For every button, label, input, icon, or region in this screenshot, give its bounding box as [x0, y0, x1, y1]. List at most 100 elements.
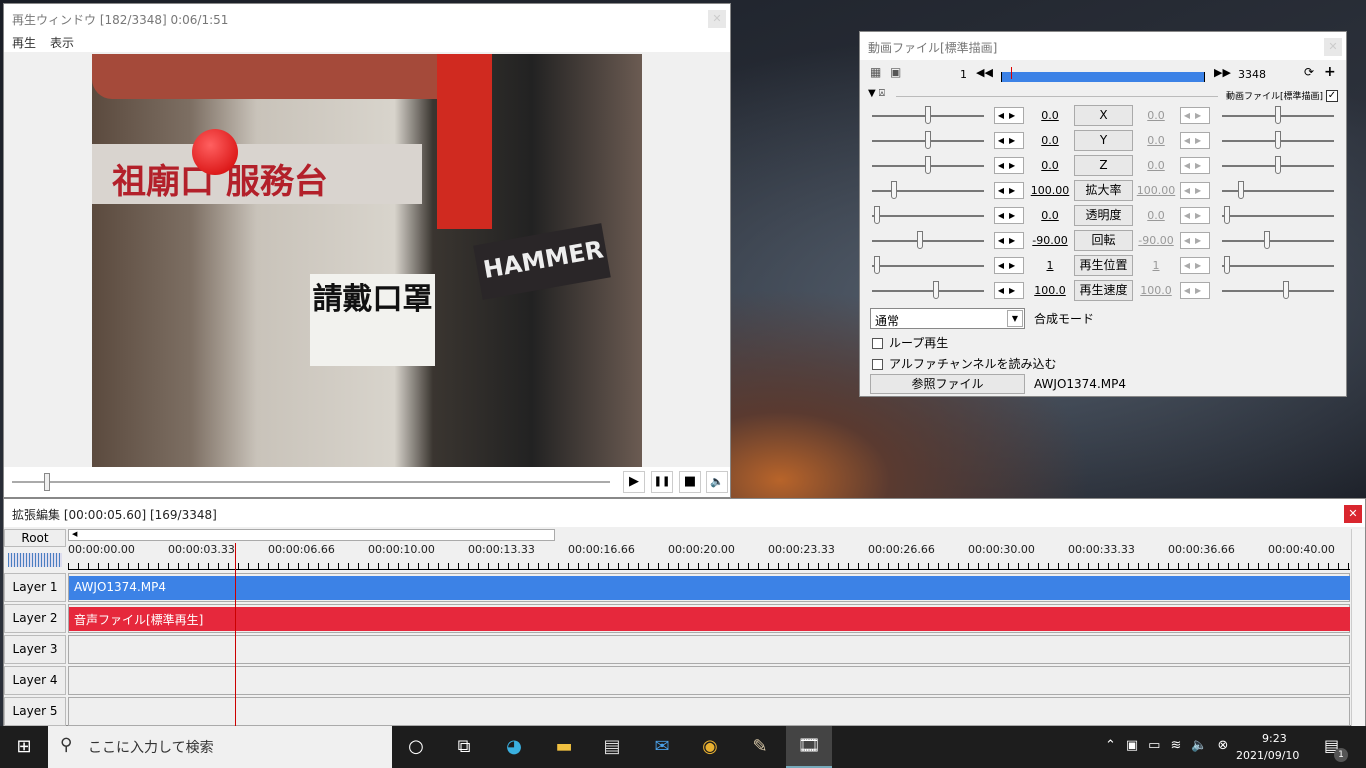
param-value-right[interactable]: 0.0	[1133, 134, 1179, 147]
clock-time[interactable]: 9:23	[1262, 732, 1287, 745]
layer-label[interactable]: Layer 2	[4, 604, 66, 633]
param-value-left[interactable]: 0.0	[1027, 159, 1073, 172]
param-stepper-left[interactable]: ◀▶	[994, 232, 1024, 249]
param-slider-right[interactable]	[1222, 215, 1334, 217]
param-stepper-right[interactable]: ◀▶	[1180, 182, 1210, 199]
param-slider-left[interactable]	[872, 265, 984, 267]
loop-checkbox[interactable]: ループ再生	[872, 334, 948, 351]
time-ruler[interactable]: 00:00:00.00 00:00:03.33 00:00:06.66 00:00:1…	[68, 543, 1350, 570]
param-name-button[interactable]: 透明度	[1074, 205, 1133, 226]
mail-icon[interactable]: ✉	[648, 734, 676, 760]
properties-title-bar[interactable]: 動画ファイル[標準描画] ✕	[860, 32, 1346, 60]
slider-thumb[interactable]	[1264, 231, 1271, 249]
zoom-slider[interactable]	[8, 553, 62, 567]
param-value-left[interactable]: 0.0	[1027, 109, 1073, 122]
slider-thumb[interactable]	[925, 131, 931, 149]
param-stepper-left[interactable]: ◀▶	[994, 282, 1024, 299]
param-value-left[interactable]: 100.0	[1027, 284, 1073, 297]
collapse-icon[interactable]: ▼ ⍓	[868, 88, 885, 99]
close-button[interactable]: ✕	[708, 10, 726, 28]
slider-thumb[interactable]	[1283, 281, 1290, 299]
param-stepper-left[interactable]: ◀▶	[994, 157, 1024, 174]
param-slider-right[interactable]	[1222, 290, 1334, 292]
param-name-button[interactable]: Y	[1074, 130, 1133, 151]
reference-file-button[interactable]: 参照ファイル	[870, 374, 1025, 394]
menu-view[interactable]: 表示	[50, 36, 74, 50]
param-value-left[interactable]: 0.0	[1027, 134, 1073, 147]
edge-icon[interactable]: ◕	[500, 734, 528, 760]
filter-icon[interactable]: ▣	[890, 65, 901, 79]
vertical-scrollbar[interactable]	[1351, 529, 1365, 727]
playhead[interactable]	[235, 543, 236, 727]
layer-label[interactable]: Layer 1	[4, 573, 66, 602]
timeline-clip[interactable]: AWJO1374.MP4	[69, 576, 1350, 600]
param-slider-left[interactable]	[872, 240, 984, 242]
param-stepper-left[interactable]: ◀▶	[994, 257, 1024, 274]
slider-thumb[interactable]	[933, 281, 940, 299]
param-value-right[interactable]: 0.0	[1133, 159, 1179, 172]
camera-icon[interactable]: ▦	[870, 65, 881, 79]
param-value-right[interactable]: -90.00	[1133, 234, 1179, 247]
param-stepper-right[interactable]: ◀▶	[1180, 207, 1210, 224]
param-stepper-left[interactable]: ◀▶	[994, 182, 1024, 199]
param-slider-left[interactable]	[872, 190, 984, 192]
param-slider-right[interactable]	[1222, 265, 1334, 267]
param-value-right[interactable]: 0.0	[1133, 209, 1179, 222]
volume-button[interactable]: 🔈	[706, 471, 728, 493]
param-name-button[interactable]: Z	[1074, 155, 1133, 176]
aviutl-icon[interactable]: 🎞	[786, 726, 832, 768]
file-explorer-icon[interactable]: ▬	[550, 734, 578, 760]
layer-label[interactable]: Layer 4	[4, 666, 66, 695]
close-button[interactable]: ✕	[1324, 38, 1342, 56]
cortana-icon[interactable]: ○	[402, 734, 430, 760]
enable-checkbox[interactable]: ✓	[1326, 90, 1338, 102]
blend-mode-select[interactable]: 通常 ▼	[870, 308, 1025, 329]
param-stepper-right[interactable]: ◀▶	[1180, 132, 1210, 149]
param-name-button[interactable]: X	[1074, 105, 1133, 126]
add-filter-button[interactable]: +	[1324, 64, 1336, 80]
play-button[interactable]: ▶	[623, 471, 645, 493]
seek-thumb[interactable]	[44, 473, 51, 491]
param-value-left[interactable]: 0.0	[1027, 209, 1073, 222]
paint-icon[interactable]: ✎	[746, 734, 774, 760]
search-box[interactable]: ⚲ ここに入力して検索	[48, 726, 392, 768]
refresh-icon[interactable]: ⟳	[1304, 65, 1314, 79]
param-stepper-left[interactable]: ◀▶	[994, 132, 1024, 149]
playback-title-bar[interactable]: 再生ウィンドウ [182/3348] 0:06/1:51 ✕	[4, 4, 730, 32]
chevron-down-icon[interactable]: ▼	[1007, 310, 1023, 327]
param-name-button[interactable]: 拡大率	[1074, 180, 1133, 201]
slider-thumb[interactable]	[874, 206, 881, 224]
stop-button[interactable]: ■	[679, 471, 701, 493]
clock-date[interactable]: 2021/09/10	[1236, 749, 1299, 762]
layer-label[interactable]: Layer 3	[4, 635, 66, 664]
param-slider-left[interactable]	[872, 290, 984, 292]
param-value-left[interactable]: -90.00	[1027, 234, 1073, 247]
slider-thumb[interactable]	[916, 231, 923, 249]
param-stepper-right[interactable]: ◀▶	[1180, 107, 1210, 124]
system-tray-icons[interactable]: ⌃▣▭≋🔈⊗	[1105, 738, 1238, 753]
slider-thumb[interactable]	[1275, 106, 1281, 124]
param-stepper-right[interactable]: ◀▶	[1180, 257, 1210, 274]
windows-start-icon[interactable]: ⊞	[10, 734, 38, 760]
slider-thumb[interactable]	[925, 106, 931, 124]
jump-start-button[interactable]: ◀◀	[976, 66, 993, 79]
chrome-icon[interactable]: ◉	[696, 734, 724, 760]
param-value-right[interactable]: 100.00	[1133, 184, 1179, 197]
close-button[interactable]: ✕	[1344, 505, 1362, 523]
layer-track[interactable]	[68, 697, 1350, 726]
frame-range-bar[interactable]	[1001, 67, 1205, 82]
root-button[interactable]: Root	[4, 529, 66, 547]
timeline-clip[interactable]: 音声ファイル[標準再生]	[69, 607, 1350, 631]
slider-thumb[interactable]	[1275, 131, 1281, 149]
param-stepper-right[interactable]: ◀▶	[1180, 282, 1210, 299]
slider-thumb[interactable]	[891, 181, 898, 199]
slider-thumb[interactable]	[925, 156, 931, 174]
param-value-left[interactable]: 100.00	[1027, 184, 1073, 197]
slider-thumb[interactable]	[1224, 206, 1231, 224]
slider-thumb[interactable]	[874, 256, 881, 274]
menu-play[interactable]: 再生	[12, 36, 36, 50]
param-slider-right[interactable]	[1222, 240, 1334, 242]
jump-end-button[interactable]: ▶▶	[1214, 66, 1231, 79]
layer-track[interactable]	[68, 635, 1350, 664]
horizontal-scrollbar[interactable]: ◀	[68, 529, 555, 541]
